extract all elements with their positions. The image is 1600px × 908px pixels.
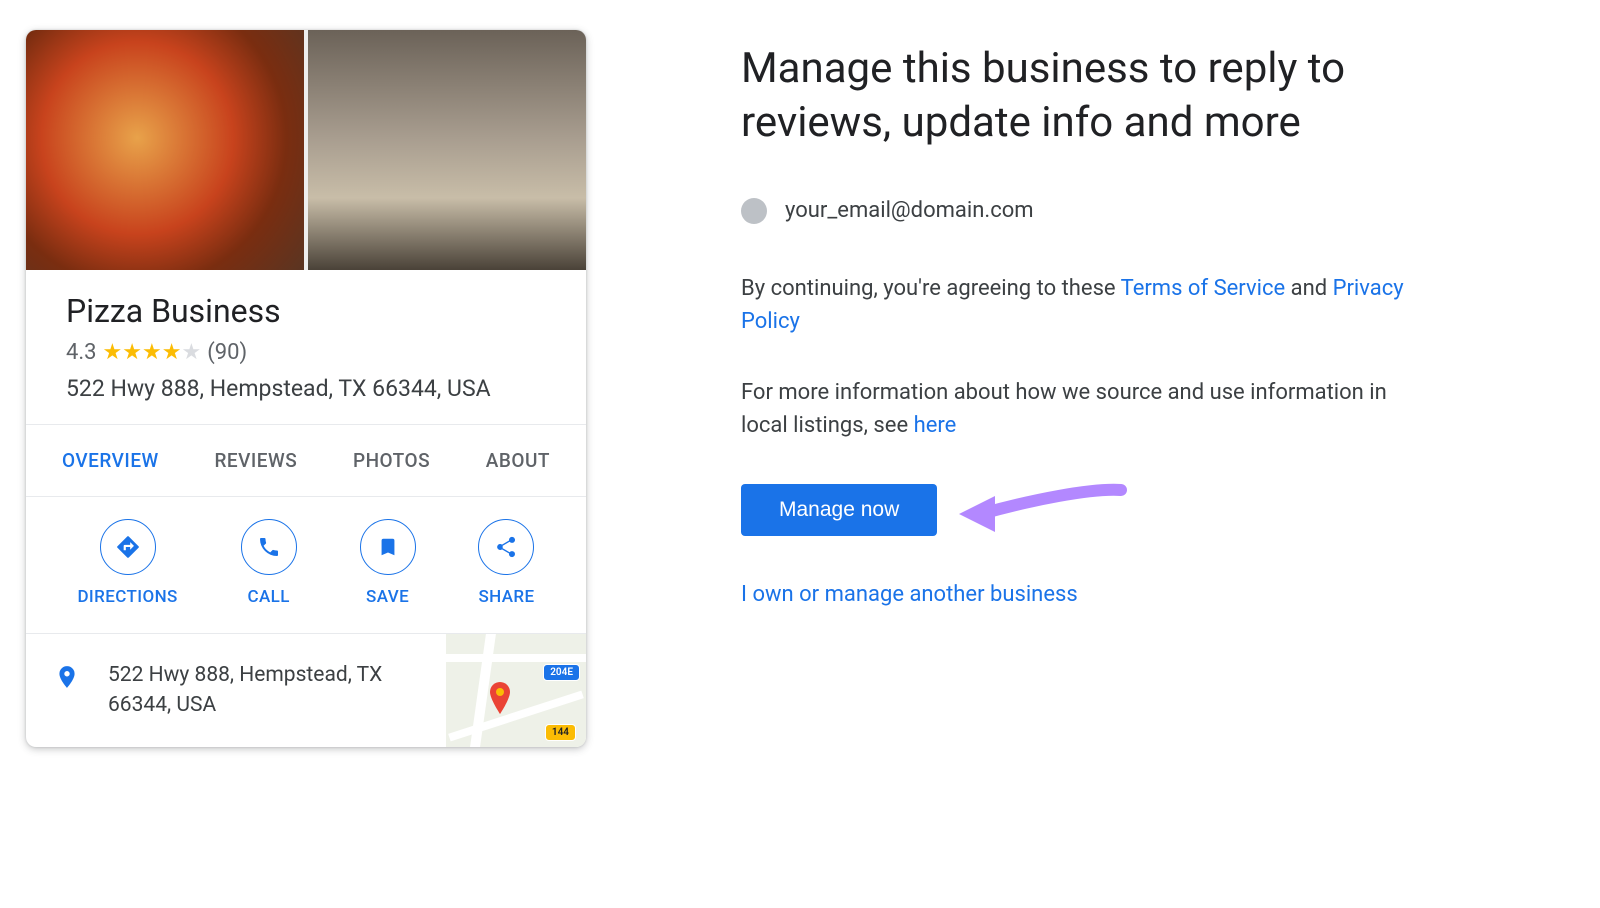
address-row[interactable]: 522 Hwy 888, Hempstead, TX 66344, USA 20… [26,634,586,747]
business-card: Pizza Business 4.3 ★ ★ ★ ★ ★ (90) 522 Hw… [26,30,586,747]
action-row: DIRECTIONS CALL SAVE SHARE [26,497,586,634]
info-prefix: For more information about how we source… [741,380,1387,438]
star-icon: ★ [122,340,142,365]
map-thumbnail[interactable]: 204E 144 [446,634,586,747]
own-another-business-link[interactable]: I own or manage another business [741,582,1428,607]
business-header: Pizza Business 4.3 ★ ★ ★ ★ ★ (90) 522 Hw… [26,270,586,424]
tab-about[interactable]: ABOUT [480,425,556,496]
save-button[interactable]: SAVE [360,519,416,607]
tab-photos[interactable]: PHOTOS [347,425,436,496]
call-icon [241,519,297,575]
call-label: CALL [247,587,289,607]
terms-prefix: By continuing, you're agreeing to these [741,276,1121,301]
star-icon: ★ [162,340,182,365]
info-here-link[interactable]: here [914,413,957,438]
account-row: your_email@domain.com [741,198,1428,224]
info-text: For more information about how we source… [741,376,1428,442]
account-email: your_email@domain.com [785,198,1034,223]
tab-reviews[interactable]: REVIEWS [208,425,303,496]
route-shield: 204E [543,664,580,681]
bookmark-icon [360,519,416,575]
avatar [741,198,767,224]
review-count: (90) [207,340,247,365]
photo-row [26,30,586,270]
star-icon: ★ [181,340,201,365]
business-name: Pizza Business [66,292,546,330]
manage-now-button[interactable]: Manage now [741,484,937,536]
location-pin-icon [54,662,80,696]
page-heading: Manage this business to reply to reviews… [741,42,1428,150]
directions-icon [100,519,156,575]
star-icon: ★ [103,340,123,365]
photo-food[interactable] [26,30,304,270]
tab-overview[interactable]: OVERVIEW [56,425,165,496]
terms-text: By continuing, you're agreeing to these … [741,272,1428,338]
star-icon: ★ [142,340,162,365]
annotation-arrow-icon [951,480,1131,540]
directions-label: DIRECTIONS [77,587,177,607]
share-label: SHARE [478,587,534,607]
address-text: 522 Hwy 888, Hempstead, TX 66344, USA [108,660,426,721]
tab-bar: OVERVIEW REVIEWS PHOTOS ABOUT [26,424,586,497]
business-address: 522 Hwy 888, Hempstead, TX 66344, USA [66,375,546,402]
share-button[interactable]: SHARE [478,519,534,607]
directions-button[interactable]: DIRECTIONS [77,519,177,607]
save-label: SAVE [366,587,409,607]
share-icon [478,519,534,575]
route-shield: 144 [545,724,576,741]
photo-interior[interactable] [308,30,586,270]
terms-of-service-link[interactable]: Terms of Service [1121,276,1286,301]
map-marker-icon [488,682,512,714]
call-button[interactable]: CALL [241,519,297,607]
rating-row[interactable]: 4.3 ★ ★ ★ ★ ★ (90) [66,340,546,365]
rating-value: 4.3 [66,340,97,365]
manage-panel: Manage this business to reply to reviews… [586,30,1446,878]
rating-stars: ★ ★ ★ ★ ★ [103,340,202,365]
terms-and: and [1285,276,1332,301]
